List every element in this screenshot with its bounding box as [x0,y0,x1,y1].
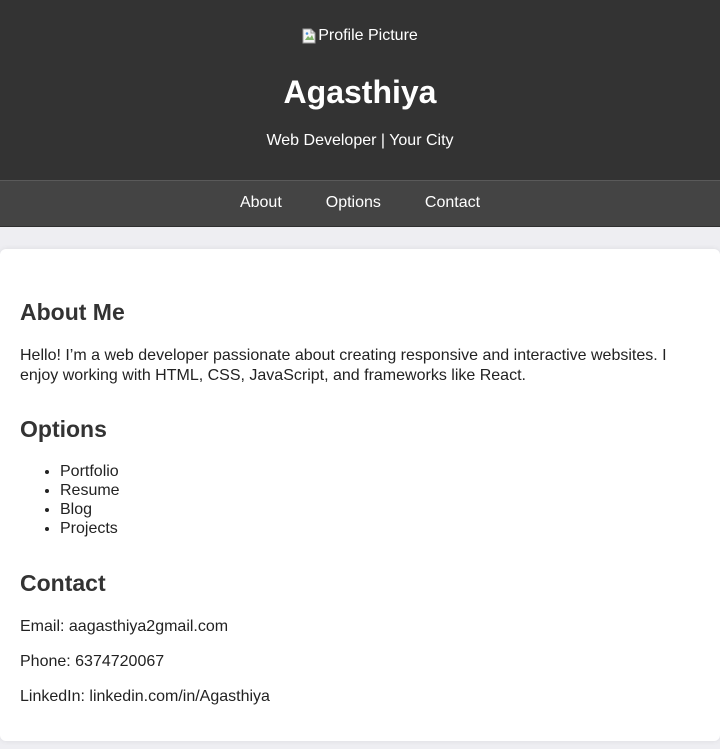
page-header: Profile Picture Agasthiya Web Developer … [0,0,720,180]
options-list: Portfolio Resume Blog Projects [20,462,120,538]
broken-image-icon [302,28,316,44]
nav-link-about[interactable]: About [240,194,282,214]
main-content: About Me Hello! I’m a web developer pass… [0,249,720,741]
profile-picture-alt-text: Profile Picture [318,27,418,44]
options-item-projects: Projects [60,519,120,538]
options-item-blog: Blog [60,500,120,519]
options-heading: Options [20,416,107,442]
about-heading: About Me [20,299,125,325]
options-item-resume: Resume [60,481,120,500]
contact-phone: Phone: 6374720067 [20,653,165,670]
options-item-portfolio: Portfolio [60,462,120,481]
main-nav: About Options Contact [0,180,720,227]
about-text: Hello! I’m a web developer passionate ab… [20,347,667,384]
profile-tagline: Web Developer | Your City [266,132,454,149]
profile-name: Agasthiya [283,74,437,110]
nav-link-options[interactable]: Options [326,194,381,214]
contact-email: Email: aagasthiya2gmail.com [20,618,229,635]
contact-linkedin: LinkedIn: linkedin.com/in/Agasthiya [20,688,270,705]
contact-heading: Contact [20,570,106,596]
profile-picture: Profile Picture [302,27,418,45]
nav-link-contact[interactable]: Contact [425,194,480,214]
